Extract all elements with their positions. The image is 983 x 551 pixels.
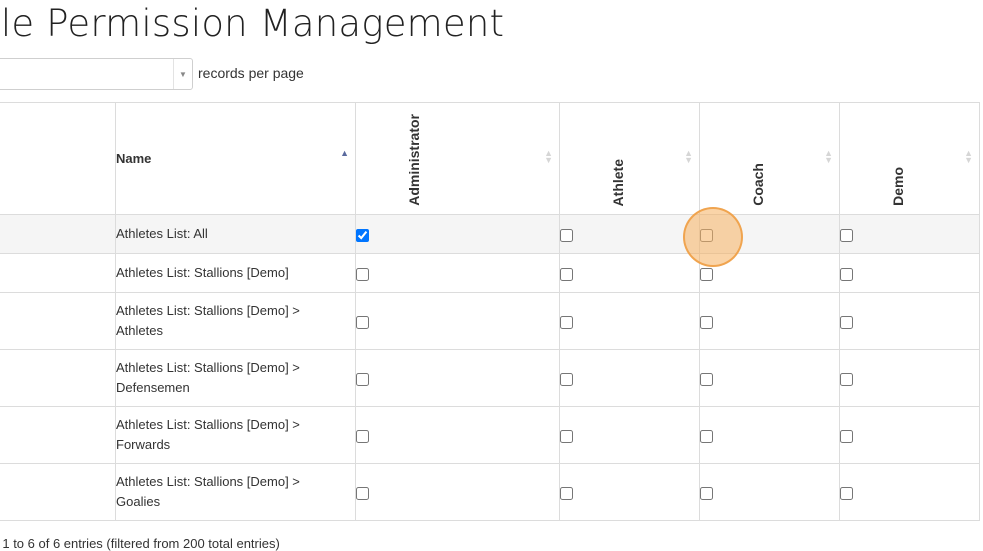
permission-cell-coach <box>699 253 840 293</box>
permission-cell-athlete <box>559 214 700 254</box>
permission-name-line1: Athletes List: Stallions [Demo] > <box>116 360 300 375</box>
column-header-blank <box>0 102 116 215</box>
permission-cell-coach <box>699 463 840 521</box>
permission-name-cell: Athletes List: Stallions [Demo] > Athlete… <box>115 292 356 350</box>
permission-name-line1: Athletes List: Stallions [Demo] > <box>116 303 300 318</box>
sort-both-icon: ▲ ▼ <box>824 148 833 165</box>
permission-name-line2: Forwards <box>116 437 171 452</box>
permission-checkbox-athlete[interactable] <box>560 429 573 443</box>
sort-both-icon: ▲ ▼ <box>964 148 973 165</box>
permission-checkbox-coach[interactable] <box>700 372 713 386</box>
sort-both-icon: ▲ ▼ <box>544 148 553 165</box>
permission-checkbox-athlete[interactable] <box>560 315 573 329</box>
column-header-label: Coach <box>750 163 766 206</box>
permission-checkbox-coach[interactable] <box>700 228 713 242</box>
column-header-athlete[interactable]: Athlete ▲ ▼ <box>559 102 700 215</box>
permission-checkbox-demo[interactable] <box>840 429 853 443</box>
column-header-label: Athlete <box>610 158 626 206</box>
row-blank-cell <box>0 349 116 407</box>
permission-checkbox-administrator[interactable] <box>356 486 369 500</box>
permission-checkbox-administrator[interactable] <box>356 315 369 329</box>
table-row: Athletes List: Stallions [Demo] > Defense… <box>0 349 980 407</box>
permission-cell-demo <box>839 292 980 350</box>
permission-cell-demo <box>839 253 980 293</box>
table-row: Athletes List: Stallions [Demo] > Forward… <box>0 406 980 464</box>
permission-cell-coach <box>699 349 840 407</box>
permission-name-line1: Athletes List: Stallions [Demo] <box>116 265 289 280</box>
permission-checkbox-athlete[interactable] <box>560 486 573 500</box>
column-header-name-label: Name <box>116 151 152 166</box>
permission-name-line2: Goalies <box>116 494 161 509</box>
column-header-label: Demo <box>890 167 906 206</box>
row-blank-cell <box>0 214 116 254</box>
permission-checkbox-coach[interactable] <box>700 486 713 500</box>
permission-checkbox-coach[interactable] <box>700 267 713 281</box>
permission-cell-administrator <box>355 463 560 521</box>
table-row: Athletes List: Stallions [Demo] <box>0 253 980 293</box>
permission-name-line1: Athletes List: Stallions [Demo] > <box>116 417 300 432</box>
permission-checkbox-demo[interactable] <box>840 228 853 242</box>
column-header-label: Administrator <box>406 114 422 206</box>
permission-cell-athlete <box>559 463 700 521</box>
table-row: Athletes List: Stallions [Demo] > Goalies <box>0 463 980 521</box>
sort-both-icon: ▲ ▼ <box>684 148 693 165</box>
table-row: Athletes List: All <box>0 214 980 254</box>
permission-checkbox-demo[interactable] <box>840 372 853 386</box>
records-per-page-label: records per page <box>198 65 304 81</box>
permission-cell-administrator <box>355 214 560 254</box>
permission-checkbox-coach[interactable] <box>700 429 713 443</box>
permission-checkbox-administrator[interactable] <box>356 267 369 281</box>
column-header-administrator[interactable]: Administrator ▲ ▼ <box>355 102 560 215</box>
permission-cell-administrator <box>355 406 560 464</box>
column-header-name[interactable]: Name ▲ <box>115 102 356 215</box>
column-header-demo[interactable]: Demo ▲ ▼ <box>839 102 980 215</box>
permission-checkbox-administrator[interactable] <box>356 228 369 242</box>
permission-cell-demo <box>839 349 980 407</box>
permission-checkbox-administrator[interactable] <box>356 372 369 386</box>
permission-name-cell: Athletes List: Stallions [Demo] <box>115 253 356 293</box>
permission-cell-demo <box>839 463 980 521</box>
row-blank-cell <box>0 253 116 293</box>
permission-name-line2: Athletes <box>116 323 163 338</box>
page-title: ole Permission Management <box>0 2 505 45</box>
sort-asc-icon: ▲ <box>340 148 349 158</box>
permission-cell-coach <box>699 214 840 254</box>
dropdown-arrow-icon[interactable]: ▼ <box>173 59 192 89</box>
permission-name-cell: Athletes List: All <box>115 214 356 254</box>
permission-cell-administrator <box>355 253 560 293</box>
permission-name-line1: Athletes List: All <box>116 226 208 241</box>
permission-cell-athlete <box>559 349 700 407</box>
permission-checkbox-athlete[interactable] <box>560 228 573 242</box>
permission-checkbox-athlete[interactable] <box>560 372 573 386</box>
permission-name-cell: Athletes List: Stallions [Demo] > Defense… <box>115 349 356 407</box>
permission-cell-administrator <box>355 292 560 350</box>
permission-name-cell: Athletes List: Stallions [Demo] > Goalies <box>115 463 356 521</box>
permission-cell-athlete <box>559 406 700 464</box>
permission-cell-coach <box>699 292 840 350</box>
permission-checkbox-coach[interactable] <box>700 315 713 329</box>
permission-cell-demo <box>839 214 980 254</box>
permission-cell-athlete <box>559 292 700 350</box>
permission-checkbox-demo[interactable] <box>840 486 853 500</box>
permission-cell-athlete <box>559 253 700 293</box>
row-blank-cell <box>0 292 116 350</box>
permission-checkbox-athlete[interactable] <box>560 267 573 281</box>
column-header-coach[interactable]: Coach ▲ ▼ <box>699 102 840 215</box>
permissions-table: Name ▲ Administrator ▲ ▼ Athlete ▲ ▼ Coach… <box>0 102 980 521</box>
permission-checkbox-demo[interactable] <box>840 315 853 329</box>
row-blank-cell <box>0 463 116 521</box>
table-row: Athletes List: Stallions [Demo] > Athlete… <box>0 292 980 350</box>
permission-cell-coach <box>699 406 840 464</box>
permission-checkbox-administrator[interactable] <box>356 429 369 443</box>
permission-checkbox-demo[interactable] <box>840 267 853 281</box>
row-blank-cell <box>0 406 116 464</box>
permission-name-line2: Defensemen <box>116 380 190 395</box>
permission-name-cell: Athletes List: Stallions [Demo] > Forward… <box>115 406 356 464</box>
permission-cell-demo <box>839 406 980 464</box>
permission-name-line1: Athletes List: Stallions [Demo] > <box>116 474 300 489</box>
records-per-page-select[interactable]: ▼ <box>0 58 193 90</box>
permission-cell-administrator <box>355 349 560 407</box>
table-header-row: Name ▲ Administrator ▲ ▼ Athlete ▲ ▼ Coach… <box>0 102 980 215</box>
